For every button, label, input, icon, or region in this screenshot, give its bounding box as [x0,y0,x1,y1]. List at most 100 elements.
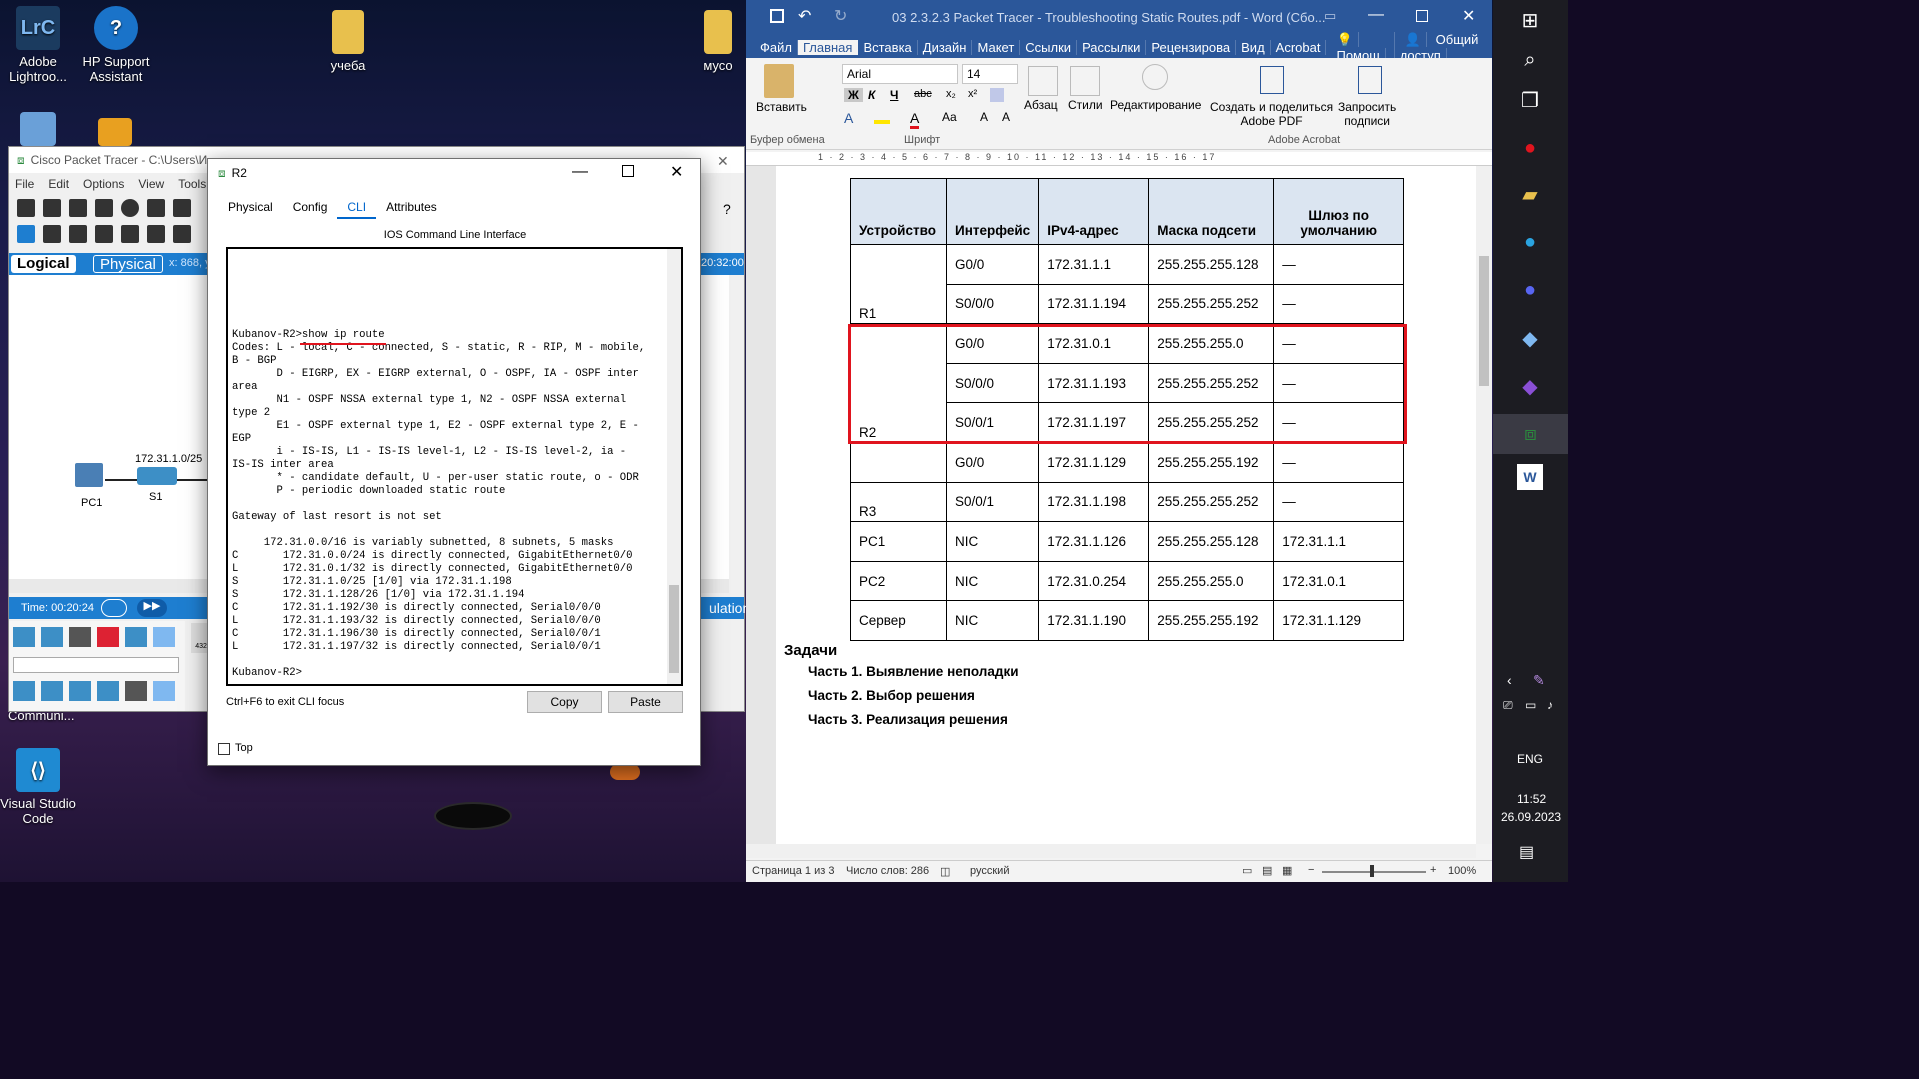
yandex-browser-icon[interactable]: ● [1507,128,1553,168]
undo-icon[interactable]: ↶ [798,6,811,26]
task-view-icon[interactable]: ❐ [1507,80,1553,120]
top-checkbox[interactable] [218,743,230,755]
wan-category-icon[interactable] [153,627,175,647]
word-count[interactable]: Число слов: 286 [846,865,929,877]
network-icon[interactable]: ⎚ [1503,698,1513,713]
battery-icon[interactable]: ▭ [1525,698,1536,712]
horizontal-ruler[interactable]: 1 · 2 · 3 · 4 · 5 · 6 · 7 · 8 · 9 · 10 ·… [746,152,1492,166]
cli-terminal[interactable]: Kubanov-R2>show ip route Codes: L - local… [226,247,683,686]
packet-tracer-taskbar-icon[interactable]: ⧈ [1493,414,1568,454]
tab-acrobat[interactable]: Acrobat [1271,39,1327,55]
menu-tools[interactable]: Tools [178,177,206,191]
tab-references[interactable]: Ссылки [1020,39,1078,55]
create-pdf-label[interactable]: Создать и поделиться Adobe PDF [1210,100,1333,128]
folder-muso[interactable]: мусо [688,10,748,73]
change-case-icon[interactable]: Aa [942,110,957,124]
resize-icon[interactable] [95,225,113,243]
copy-button[interactable]: Copy [527,691,602,713]
clock-date[interactable]: 26.09.2023 [1501,810,1561,824]
tab-review[interactable]: Рецензирова [1146,39,1237,55]
cli-scrollbar[interactable] [667,249,681,684]
device-search[interactable] [13,657,179,673]
open-icon[interactable] [43,199,61,217]
zoom-slider-thumb[interactable] [1370,865,1374,877]
web-layout-icon[interactable]: ▦ [1282,864,1292,877]
create-pdf-icon[interactable] [1260,66,1284,94]
tab-physical[interactable]: Physical [218,197,283,219]
menu-view[interactable]: View [138,177,164,191]
superscript-button[interactable]: x² [968,88,977,100]
editing-label[interactable]: Редактирование [1110,98,1201,112]
zoom-icon[interactable] [43,225,61,243]
grow-font-icon[interactable]: A [980,110,988,124]
subscript-button[interactable]: x₂ [946,88,956,100]
font-name-box[interactable]: Arial [842,64,958,84]
tab-mailings[interactable]: Рассылки [1077,39,1147,55]
clear-formatting-icon[interactable] [990,88,1004,102]
text-effects-icon[interactable]: A [844,110,853,126]
end-devices-category-icon[interactable] [125,627,147,647]
styles-label[interactable]: Стили [1068,98,1103,112]
new-file-icon[interactable] [17,199,35,217]
zoom-slider[interactable] [1322,871,1426,873]
volume-icon[interactable]: ♪ [1547,698,1553,712]
hubs-category-icon[interactable] [69,627,91,647]
minimize-icon[interactable]: — [572,163,588,181]
document-scroll-thumb[interactable] [1479,256,1489,386]
print-layout-icon[interactable]: ▤ [1262,864,1272,877]
paragraph-label[interactable]: Абзац [1024,98,1058,112]
power-cycle-icon[interactable] [101,599,127,617]
search-icon[interactable]: ⌕ [1507,40,1553,80]
model-icon[interactable] [41,681,63,701]
minimize-icon[interactable]: — [1368,6,1384,24]
menu-options[interactable]: Options [83,177,124,191]
switches-category-icon[interactable] [41,627,63,647]
word-taskbar-icon[interactable]: W [1517,464,1543,490]
cli-scroll-thumb[interactable] [669,585,679,673]
note-icon[interactable] [121,225,139,243]
tab-view[interactable]: Вид [1236,39,1271,55]
page-counter[interactable]: Страница 1 из 3 [752,865,834,877]
paste-label[interactable]: Вставить [756,100,807,114]
rectangle-icon[interactable] [173,225,191,243]
model-icon[interactable] [97,681,119,701]
paragraph-icon[interactable] [1028,66,1058,96]
hp-support-shortcut[interactable]: ? HP Support Assistant [70,6,162,84]
strikethrough-button[interactable]: abc [914,88,932,100]
zoom-level[interactable]: 100% [1448,865,1476,877]
tab-cli[interactable]: CLI [337,197,377,219]
physical-tab[interactable]: Physical [93,255,163,273]
start-icon[interactable]: ⊞ [1507,0,1553,40]
read-mode-icon[interactable]: ▭ [1242,864,1252,877]
tab-home[interactable]: Главная [797,39,859,55]
save-icon[interactable] [770,9,784,23]
clock-time[interactable]: 11:52 [1517,792,1546,806]
model-icon[interactable] [125,681,147,701]
telegram-icon[interactable]: ● [1507,222,1553,262]
search-icon[interactable] [1142,64,1168,90]
menu-edit[interactable]: Edit [48,177,69,191]
tab-attributes[interactable]: Attributes [376,197,447,219]
model-icon[interactable] [69,681,91,701]
pt-close-icon[interactable]: ✕ [717,153,729,170]
logical-tab[interactable]: Logical [11,255,76,273]
app-icon[interactable] [98,118,132,146]
tray-app-icon[interactable]: ✎ [1533,672,1545,689]
draw-line-icon[interactable] [147,225,165,243]
simulation-tab[interactable]: ulation [709,600,750,616]
clipboard-icon[interactable] [764,64,794,98]
delete-icon[interactable] [69,225,87,243]
zoom-out-icon[interactable]: − [1308,864,1314,876]
file-explorer-icon[interactable]: ▰ [1507,174,1553,214]
request-sign-label[interactable]: Запросить подписи [1338,100,1396,128]
model-icon[interactable] [13,681,35,701]
ribbon-display-icon[interactable]: ▭ [1324,8,1336,24]
document-hscrollbar[interactable] [746,844,1476,858]
maximize-icon[interactable] [1416,10,1428,22]
model-icon[interactable] [153,681,175,701]
fast-forward-icon[interactable]: ▶▶ [137,599,167,617]
maximize-icon[interactable] [622,165,634,177]
shrink-font-icon[interactable]: A [1002,110,1010,124]
tab-config[interactable]: Config [283,197,338,219]
routers-category-icon[interactable] [13,627,35,647]
